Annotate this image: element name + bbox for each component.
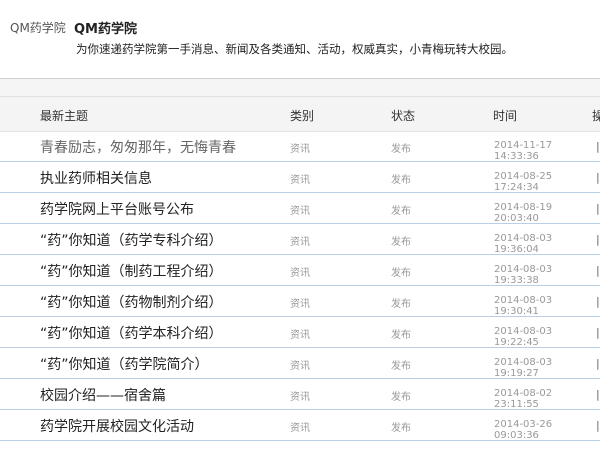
row-time: 2014-08-25 17:24:34 bbox=[494, 171, 553, 193]
row-action-separator: | bbox=[596, 140, 600, 153]
row-status: 发布 bbox=[391, 330, 411, 341]
row-title[interactable]: “药”你知道（制药工程介绍） bbox=[40, 261, 223, 281]
row-status: 发布 bbox=[391, 268, 411, 279]
table-row[interactable]: “药”你知道（药物制剂介绍） 资讯 发布 2014-08-03 19:30:41… bbox=[0, 286, 600, 317]
row-category: 资讯 bbox=[290, 175, 310, 186]
row-status: 发布 bbox=[391, 299, 411, 310]
row-action-separator: | bbox=[596, 388, 600, 401]
row-status: 发布 bbox=[391, 392, 411, 403]
column-header-time: 时间 bbox=[493, 109, 518, 123]
message-table: 最新主题 类别 状态 时间 操 青春励志，匆匆那年，无悔青春 资讯 发布 201… bbox=[0, 96, 600, 450]
row-action-separator: | bbox=[596, 357, 600, 370]
row-time: 2014-08-03 19:22:45 bbox=[494, 326, 553, 348]
row-time: 2014-08-03 19:19:27 bbox=[494, 357, 553, 379]
table-row[interactable]: 药学院开展校园文化活动 资讯 发布 2014-03-26 09:03:36 | bbox=[0, 410, 600, 441]
row-category: 资讯 bbox=[290, 206, 310, 217]
table-row[interactable]: “药”你知道（药学专科介绍） 资讯 发布 2014-08-03 19:36:04… bbox=[0, 224, 600, 255]
row-title[interactable]: “药”你知道（药学本科介绍） bbox=[40, 323, 223, 343]
row-category: 资讯 bbox=[290, 330, 310, 341]
table-row[interactable]: “药”你知道（制药工程介绍） 资讯 发布 2014-08-03 19:33:38… bbox=[0, 255, 600, 286]
column-header-topic: 最新主题 bbox=[40, 109, 89, 123]
row-time: 2014-08-19 20:03:40 bbox=[494, 202, 553, 224]
row-time: 2014-08-03 19:33:38 bbox=[494, 264, 553, 286]
row-action-separator: | bbox=[596, 264, 600, 277]
row-category: 资讯 bbox=[290, 268, 310, 279]
row-time: 2014-03-26 09:03:36 bbox=[494, 419, 553, 441]
row-time: 2014-11-17 14:33:36 bbox=[494, 140, 553, 162]
account-title: QM药学院 bbox=[74, 22, 137, 37]
account-name[interactable]: QM药学院 bbox=[10, 19, 66, 36]
row-status: 发布 bbox=[391, 206, 411, 217]
account-header: QM药学院 QM药学院 为你速递药学院第一手消息、新闻及各类通知、活动，权威真实… bbox=[0, 0, 600, 79]
row-category: 资讯 bbox=[290, 423, 310, 434]
row-action-separator: | bbox=[596, 233, 600, 246]
row-title[interactable]: “药”你知道（药物制剂介绍） bbox=[40, 292, 223, 312]
table-row[interactable]: 青春励志，匆匆那年，无悔青春 资讯 发布 2014-11-17 14:33:36… bbox=[0, 131, 600, 162]
table-row[interactable]: 校园介绍——宿舍篇 资讯 发布 2014-08-02 23:11:55 | bbox=[0, 379, 600, 410]
table-row[interactable]: 执业药师相关信息 资讯 发布 2014-08-25 17:24:34 | bbox=[0, 162, 600, 193]
row-title[interactable]: “药”你知道（药学专科介绍） bbox=[40, 230, 223, 250]
row-action-separator: | bbox=[596, 326, 600, 339]
row-category: 资讯 bbox=[290, 237, 310, 248]
column-header-actions: 操 bbox=[592, 109, 600, 123]
row-action-separator: | bbox=[596, 202, 600, 215]
table-body: 青春励志，匆匆那年，无悔青春 资讯 发布 2014-11-17 14:33:36… bbox=[0, 131, 600, 441]
row-time: 2014-08-02 23:11:55 bbox=[494, 388, 553, 410]
row-title[interactable]: 校园介绍——宿舍篇 bbox=[40, 385, 166, 405]
column-header-status: 状态 bbox=[391, 109, 416, 123]
row-status: 发布 bbox=[391, 237, 411, 248]
table-row[interactable]: “药”你知道（药学本科介绍） 资讯 发布 2014-08-03 19:22:45… bbox=[0, 317, 600, 348]
row-title[interactable]: 青春励志，匆匆那年，无悔青春 bbox=[40, 137, 236, 157]
row-action-separator: | bbox=[596, 295, 600, 308]
row-category: 资讯 bbox=[290, 392, 310, 403]
row-status: 发布 bbox=[391, 175, 411, 186]
row-title[interactable]: 药学院网上平台账号公布 bbox=[40, 199, 194, 219]
row-category: 资讯 bbox=[290, 361, 310, 372]
row-time: 2014-08-03 19:30:41 bbox=[494, 295, 553, 317]
row-title[interactable]: 执业药师相关信息 bbox=[40, 168, 152, 188]
row-status: 发布 bbox=[391, 361, 411, 372]
table-header: 最新主题 类别 状态 时间 操 bbox=[0, 97, 600, 132]
table-row[interactable]: “药”你知道（药学院简介） 资讯 发布 2014-08-03 19:19:27 … bbox=[0, 348, 600, 379]
row-title[interactable]: 药学院开展校园文化活动 bbox=[40, 416, 194, 436]
section-gap bbox=[0, 79, 600, 96]
table-row[interactable]: 药学院网上平台账号公布 资讯 发布 2014-08-19 20:03:40 | bbox=[0, 193, 600, 224]
row-action-separator: | bbox=[596, 171, 600, 184]
row-time: 2014-08-03 19:36:04 bbox=[494, 233, 553, 255]
row-title[interactable]: “药”你知道（药学院简介） bbox=[40, 354, 209, 374]
account-description: 为你速递药学院第一手消息、新闻及各类通知、活动，权威真实，小青梅玩转大校园。 bbox=[76, 42, 513, 56]
row-category: 资讯 bbox=[290, 299, 310, 310]
column-header-category: 类别 bbox=[290, 109, 315, 123]
row-status: 发布 bbox=[391, 423, 411, 434]
row-status: 发布 bbox=[391, 144, 411, 155]
row-action-separator: | bbox=[596, 419, 600, 432]
row-category: 资讯 bbox=[290, 144, 310, 155]
